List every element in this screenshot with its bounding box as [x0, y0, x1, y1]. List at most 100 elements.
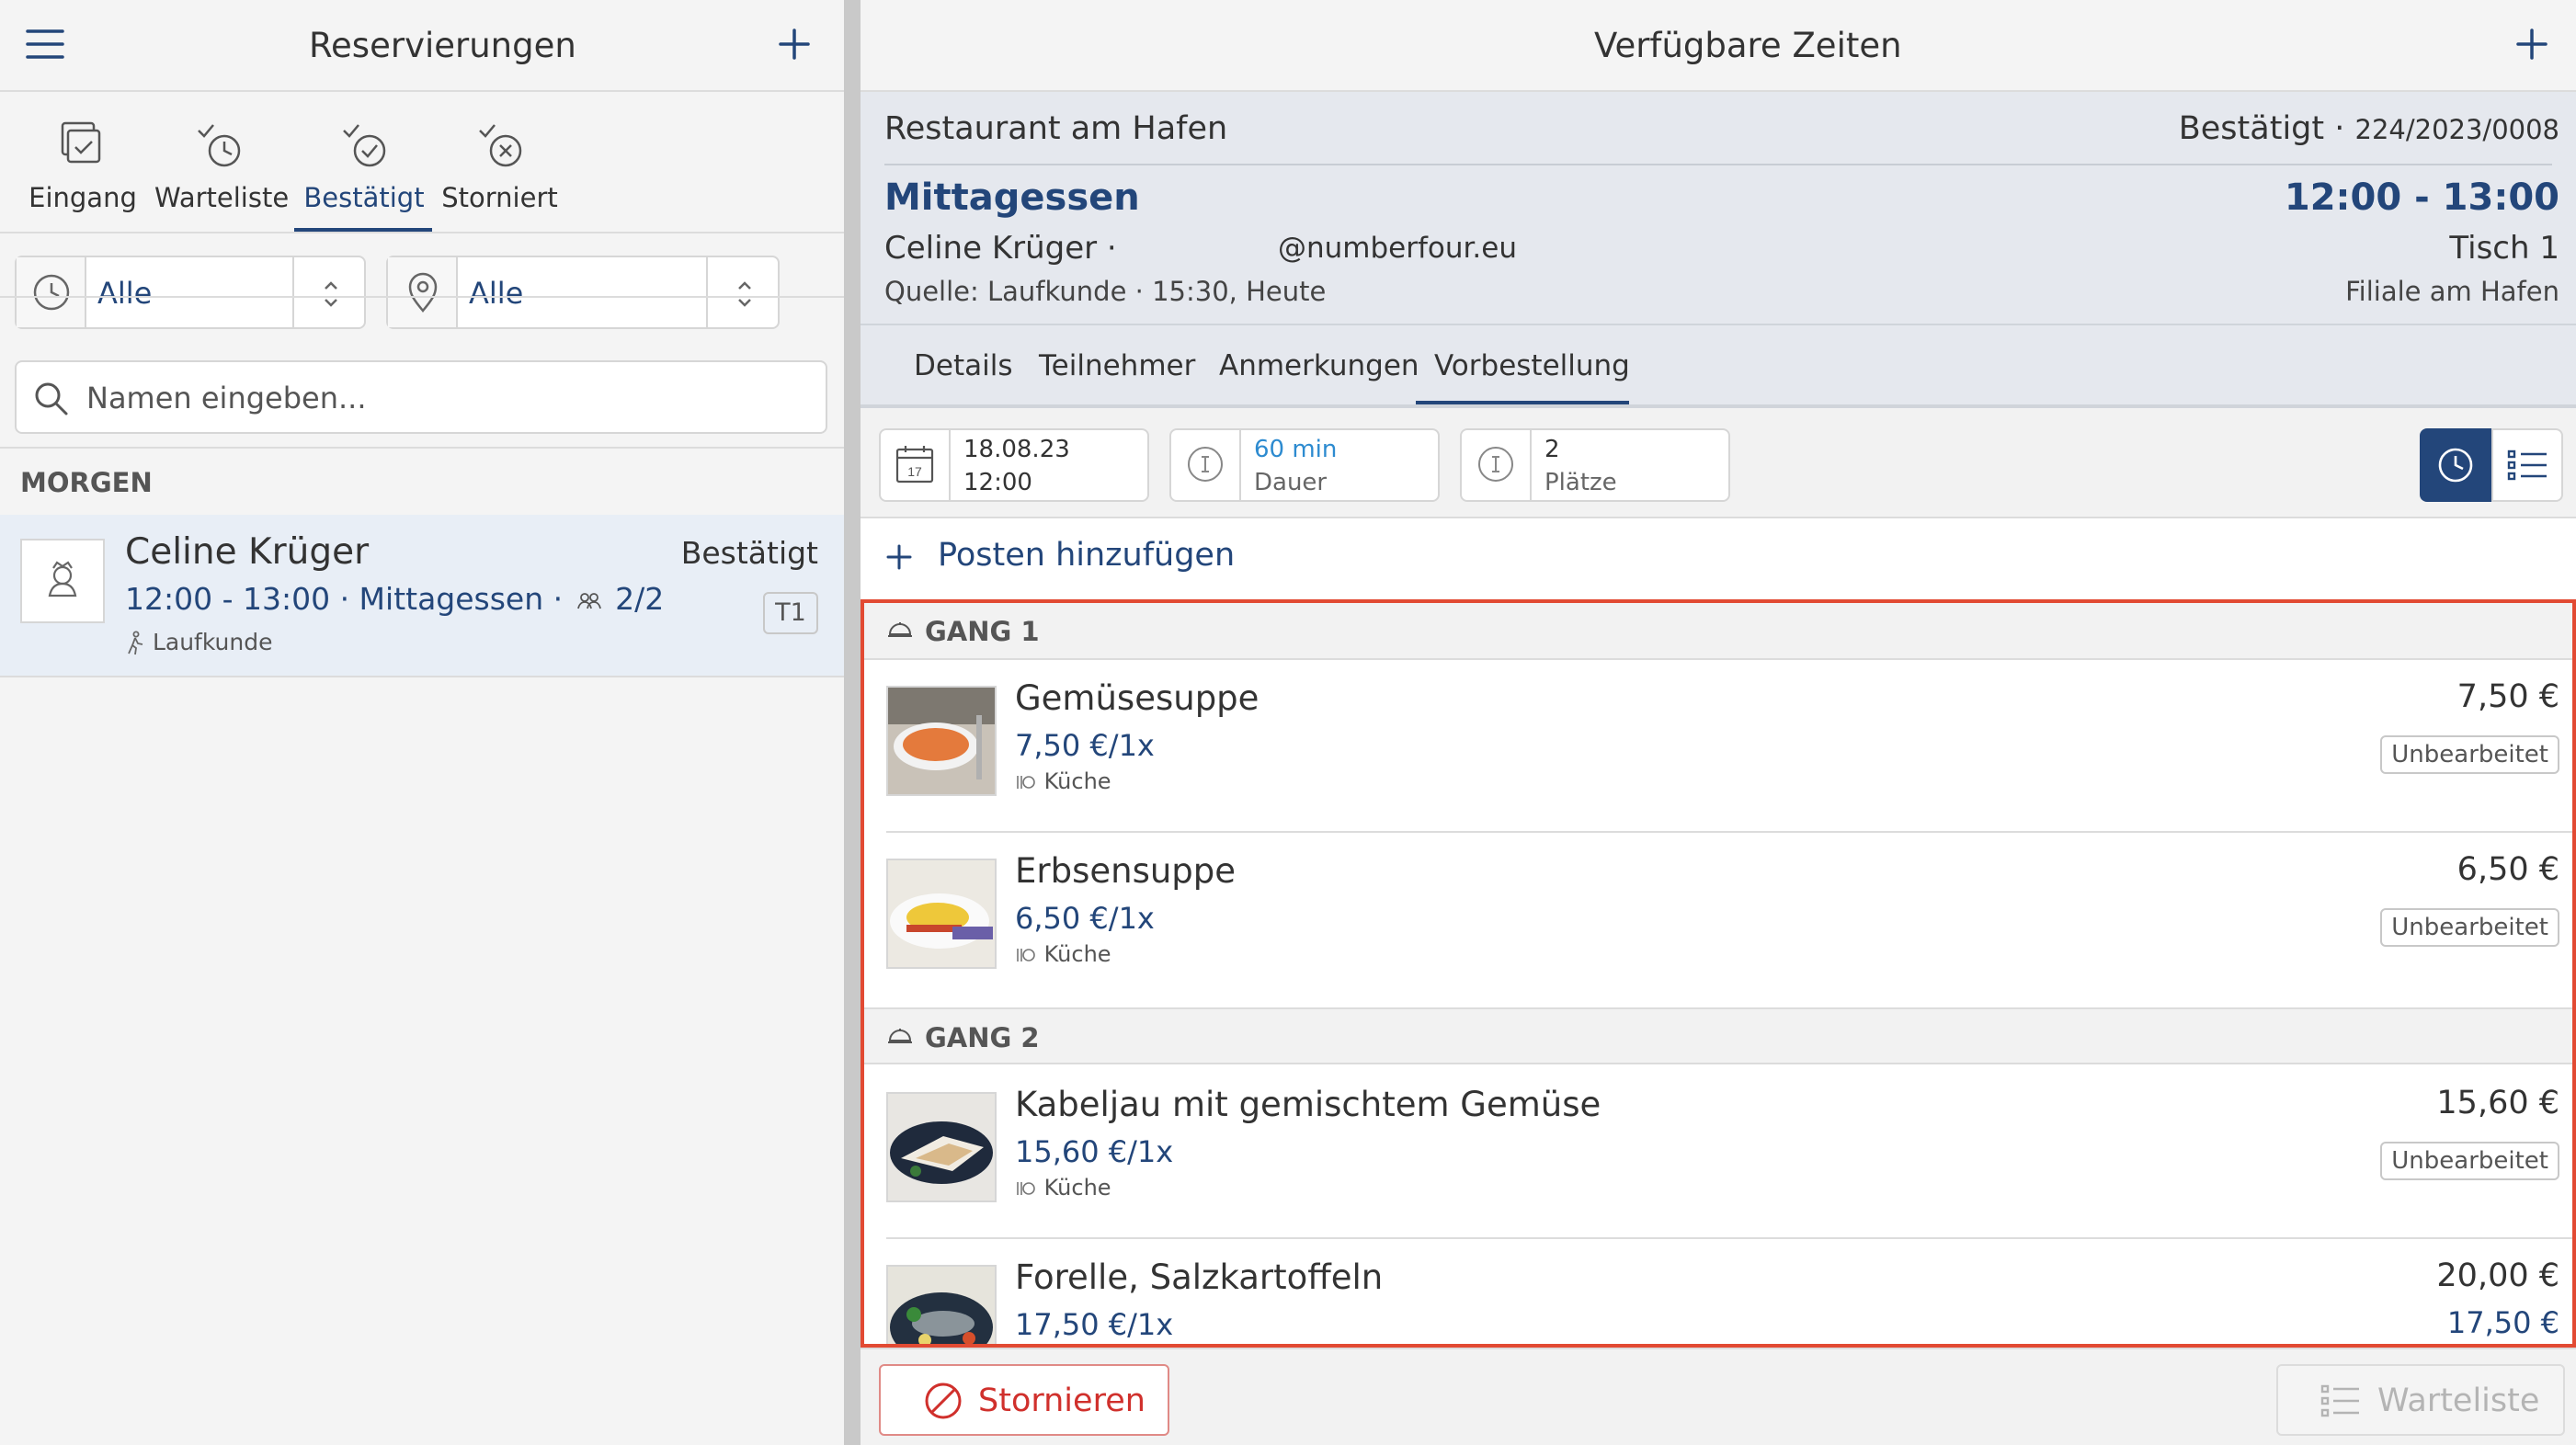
walk-in-icon [125, 631, 145, 656]
section-label: MORGEN [20, 467, 153, 498]
dish-item[interactable]: Erbsensuppe 6,50 €/1x Küche 6,50 € Unbea… [864, 833, 2572, 1006]
panel-divider[interactable] [844, 0, 861, 1445]
duration-field[interactable]: 60 min Dauer [1169, 428, 1440, 502]
location-pin-icon [388, 257, 458, 327]
dish-item[interactable]: Forelle, Salzkartoffeln 17,50 €/1x 20,00… [864, 1239, 2572, 1344]
category-eingang[interactable]: Eingang [28, 118, 138, 213]
course-dish-icon [886, 1024, 914, 1052]
source-line: Quelle: Laufkunde · 15:30, Heute [884, 276, 1327, 307]
booking-number: 224/2023/0008 [2354, 114, 2560, 145]
dish-unit-price: 6,50 €/1x [1015, 901, 1155, 936]
duration-label: Dauer [1254, 469, 1328, 496]
tab-anmerkungen[interactable]: Anmerkungen [1219, 349, 1419, 382]
add-reservation-button[interactable] [778, 28, 811, 61]
reservations-panel: Reservierungen Eingang Warteliste Bestät… [0, 0, 844, 1445]
menu-icon[interactable] [26, 28, 64, 61]
fish-image [886, 1092, 997, 1202]
cancelled-x-icon [473, 118, 528, 173]
station-label: Küche [1043, 768, 1111, 794]
avatar [20, 539, 105, 623]
station-label: Küche [1043, 941, 1111, 967]
course-label: GANG 2 [925, 1022, 1040, 1053]
dish-discounted-price: 17,50 € [2446, 1305, 2559, 1340]
date-time: 12:00 [963, 469, 1032, 496]
calendar-day: 17 [907, 464, 922, 479]
source-label: Laufkunde [152, 629, 273, 655]
station-label: Küche [1043, 1175, 1111, 1200]
search-input[interactable]: Namen eingeben... [15, 360, 827, 434]
search-icon [31, 379, 72, 419]
guests-icon [576, 590, 602, 612]
tab-teilnehmer[interactable]: Teilnehmer [1039, 349, 1195, 382]
waitlist-button[interactable]: Warteliste [2276, 1364, 2565, 1436]
chevron-updown-icon [732, 276, 758, 313]
info-icon [1186, 445, 1225, 484]
add-button[interactable] [2515, 28, 2548, 61]
waitlist-label: Warteliste [2377, 1382, 2540, 1419]
time-filter-select[interactable]: Alle [15, 256, 366, 329]
course-dish-icon [886, 618, 914, 645]
category-warteliste[interactable]: Warteliste [154, 118, 290, 213]
info-icon [1476, 445, 1515, 484]
dish-name: Kabeljau mit gemischtem Gemüse [1015, 1085, 1601, 1124]
category-label: Warteliste [154, 182, 290, 213]
kitchen-icon [1015, 945, 1037, 965]
soup-image [886, 686, 997, 796]
kitchen-icon [1015, 1178, 1037, 1199]
category-bestaetigt[interactable]: Bestätigt [300, 118, 428, 213]
list-view-button[interactable] [2491, 428, 2563, 502]
soup-image [886, 859, 997, 969]
seats-field[interactable]: 2 Plätze [1460, 428, 1730, 502]
dish-name: Erbsensuppe [1015, 851, 1237, 891]
action-bar: Stornieren Warteliste [861, 1348, 2576, 1445]
status-badge: Unbearbeitet [2380, 908, 2559, 947]
tab-details[interactable]: Details [914, 349, 1012, 382]
add-item-link[interactable]: Posten hinzufügen [938, 537, 1235, 574]
plus-icon[interactable] [886, 539, 912, 574]
status-badge: Unbearbeitet [2380, 735, 2559, 774]
branch-label: Filiale am Hafen [2345, 276, 2559, 307]
cancel-forbidden-icon [923, 1381, 963, 1421]
dish-price: 7,50 € [2456, 678, 2559, 715]
calendar-icon: 17 [894, 443, 936, 485]
divider [0, 447, 844, 449]
cancel-label: Stornieren [978, 1382, 1146, 1419]
dish-price: 15,60 € [2436, 1085, 2559, 1121]
dish-unit-price: 15,60 €/1x [1015, 1134, 1174, 1169]
divider [0, 296, 844, 298]
status-badge: Unbearbeitet [2380, 1142, 2559, 1180]
kitchen-icon [1015, 772, 1037, 792]
guest-count: 2/2 [615, 581, 665, 617]
guest-line: Celine Krüger · [884, 230, 1117, 267]
dish-name: Gemüsesuppe [1015, 678, 1260, 718]
dish-name: Forelle, Salzkartoffeln [1015, 1257, 1384, 1297]
dish-price: 20,00 € [2436, 1257, 2559, 1294]
category-storniert[interactable]: Storniert [438, 118, 562, 213]
dish-station: Küche [1015, 1175, 1111, 1200]
time-range: 12:00 - 13:00 [2284, 176, 2559, 219]
guest-email[interactable]: @numberfour.eu [1278, 232, 1517, 265]
status-label: Bestätigt [680, 535, 818, 571]
cancel-button[interactable]: Stornieren [879, 1364, 1169, 1436]
list-icon [2320, 1382, 2361, 1419]
table-label: Tisch 1 [2449, 230, 2559, 267]
preorder-list: GANG 1 Gemüsesuppe 7,50 €/1x Küche 7,50 … [861, 599, 2576, 1348]
reservation-list-item[interactable]: Celine Krüger Bestätigt 12:00 - 13:00 · … [0, 515, 844, 677]
date-field[interactable]: 17 18.08.23 12:00 [879, 428, 1149, 502]
restaurant-name: Restaurant am Hafen [884, 110, 1228, 147]
date-value: 18.08.23 [963, 436, 1070, 463]
divider [861, 324, 2576, 325]
status-text: Bestätigt · [2178, 110, 2345, 147]
source-row: Laufkunde [125, 629, 273, 656]
category-label: Storniert [441, 182, 558, 213]
course-header: GANG 2 [864, 1007, 2572, 1064]
location-filter-select[interactable]: Alle [386, 256, 780, 329]
dish-item[interactable]: Gemüsesuppe 7,50 €/1x Küche 7,50 € Unbea… [864, 660, 2572, 833]
tab-vorbestellung[interactable]: Vorbestellung [1434, 349, 1630, 382]
time-view-button[interactable] [2420, 428, 2491, 502]
dish-item[interactable]: Kabeljau mit gemischtem Gemüse 15,60 €/1… [864, 1066, 2572, 1239]
table-badge: T1 [763, 592, 818, 634]
meal-title: Mittagessen [884, 176, 1140, 219]
panel-title: Verfügbare Zeiten [1594, 26, 1902, 65]
page-title: Reservierungen [309, 26, 576, 65]
